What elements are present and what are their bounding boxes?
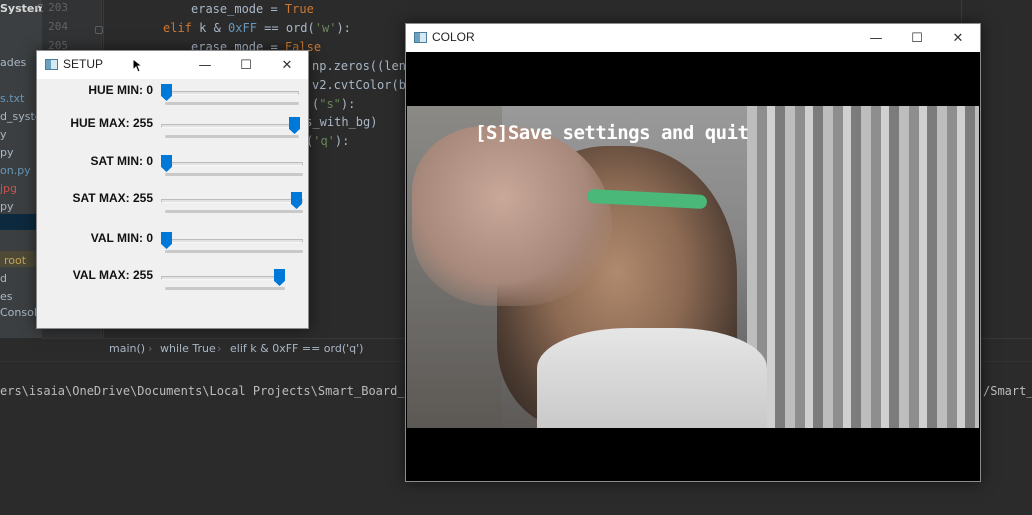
code-token: as_with_bg) bbox=[298, 115, 378, 129]
project-tree-item[interactable]: jpg bbox=[0, 182, 17, 196]
slider-track[interactable] bbox=[161, 239, 303, 243]
setup-window-title: SETUP bbox=[63, 57, 104, 71]
project-tree-item[interactable]: d bbox=[0, 272, 7, 286]
breadcrumb-item[interactable]: main() bbox=[109, 342, 145, 355]
project-tree-item[interactable]: es bbox=[0, 290, 13, 304]
slider-thumb[interactable] bbox=[289, 117, 300, 134]
code-token: elif bbox=[163, 21, 200, 35]
code-token: ): bbox=[340, 97, 356, 111]
fold-icon[interactable] bbox=[95, 26, 103, 34]
project-tree-item[interactable]: root bbox=[4, 254, 26, 268]
slider-label: VAL MAX: 255 bbox=[72, 268, 153, 282]
color-window[interactable]: COLOR — ☐ ✕ [S]Save settings and quit bbox=[405, 23, 981, 482]
code-token: == bbox=[256, 21, 286, 35]
code-token: k & bbox=[199, 21, 229, 35]
code-line[interactable]: as_with_bg) bbox=[298, 114, 377, 130]
code-token: np.zeros((len( bbox=[312, 59, 414, 73]
code-token: ord bbox=[285, 21, 308, 35]
code-token: 'w' bbox=[314, 21, 337, 35]
white-shirt bbox=[537, 328, 767, 428]
code-token: ): bbox=[334, 134, 350, 148]
mouse-cursor-icon bbox=[133, 59, 143, 73]
line-number: 203 bbox=[48, 1, 68, 14]
slider-thumb[interactable] bbox=[161, 84, 172, 101]
setup-window[interactable]: SETUP — ☐ ✕ HUE MIN: 0 HUE MAX: 255 SAT MI… bbox=[36, 50, 309, 329]
breadcrumb-separator-icon: › bbox=[148, 342, 153, 355]
project-tree-item[interactable]: ades bbox=[0, 56, 26, 70]
slider-thumb[interactable] bbox=[161, 232, 172, 249]
project-tree-item[interactable]: on.py bbox=[0, 164, 31, 178]
slider-tick-scale bbox=[165, 173, 303, 176]
console-path-text: ers\isaia\OneDrive\Documents\Local Proje… bbox=[0, 384, 412, 398]
code-token: v2.cvtColor(bl bbox=[312, 78, 414, 92]
app-window-icon bbox=[414, 32, 427, 43]
code-token: "s" bbox=[319, 97, 341, 111]
close-button[interactable]: ✕ bbox=[936, 24, 980, 52]
slider-tick-scale bbox=[165, 135, 299, 138]
curtain-background bbox=[747, 106, 979, 428]
slider-tick-scale bbox=[165, 250, 303, 253]
slider-thumb[interactable] bbox=[274, 269, 285, 286]
breadcrumb-item[interactable]: elif k & 0xFF == ord('q') bbox=[230, 342, 363, 355]
code-line[interactable]: np.zeros((len( bbox=[312, 58, 413, 74]
code-token: 'q' bbox=[313, 134, 335, 148]
breadcrumb-separator-icon: › bbox=[217, 342, 222, 355]
slider-label: VAL MIN: 0 bbox=[90, 231, 153, 245]
slider-tick-scale bbox=[165, 210, 303, 213]
save-instruction-text: [S]Save settings and quit bbox=[475, 122, 749, 144]
camera-feed: [S]Save settings and quit bbox=[407, 106, 979, 428]
breadcrumb-item[interactable]: while True bbox=[160, 342, 216, 355]
color-window-title: COLOR bbox=[432, 30, 475, 44]
slider-thumb[interactable] bbox=[161, 155, 172, 172]
slider-track[interactable] bbox=[161, 124, 299, 128]
project-tree-item[interactable]: py bbox=[0, 146, 14, 160]
project-header-suffix: C bbox=[36, 2, 44, 15]
app-window-icon bbox=[45, 59, 58, 70]
slider-label: HUE MAX: 255 bbox=[70, 116, 153, 130]
slider-label: SAT MAX: 255 bbox=[72, 191, 153, 205]
code-token: ): bbox=[336, 21, 351, 35]
close-button[interactable]: ✕ bbox=[265, 51, 309, 79]
code-token: ( bbox=[307, 21, 315, 35]
minimize-button[interactable]: — bbox=[854, 24, 898, 52]
code-token: 0xFF bbox=[228, 21, 257, 35]
project-tree-item[interactable]: y bbox=[0, 128, 7, 142]
slider-tick-scale bbox=[165, 102, 299, 105]
line-number: 204 bbox=[48, 20, 68, 33]
slider-thumb[interactable] bbox=[291, 192, 302, 209]
code-line[interactable]: v2.cvtColor(bl bbox=[312, 77, 413, 93]
slider-label: HUE MIN: 0 bbox=[88, 83, 153, 97]
minimize-button[interactable]: — bbox=[183, 51, 227, 79]
project-tree-item[interactable]: py bbox=[0, 200, 14, 214]
slider-track[interactable] bbox=[161, 162, 303, 166]
slider-track[interactable] bbox=[161, 91, 299, 95]
console-path-tail: /Smart_B bbox=[983, 384, 1032, 398]
project-tree-item[interactable]: s.txt bbox=[0, 92, 24, 106]
setup-titlebar[interactable]: SETUP — ☐ ✕ bbox=[37, 51, 308, 79]
code-token: True bbox=[284, 2, 314, 16]
slider-tick-scale bbox=[165, 287, 285, 290]
code-line[interactable]: ('q'): bbox=[306, 133, 349, 149]
maximize-button[interactable]: ☐ bbox=[224, 51, 268, 79]
code-line[interactable]: erase_mode = True bbox=[191, 1, 314, 17]
slider-label: SAT MIN: 0 bbox=[90, 154, 153, 168]
code-line[interactable]: elif k & 0xFF == ord('w'): bbox=[163, 20, 351, 36]
code-line[interactable]: ("s"): bbox=[312, 96, 355, 112]
color-titlebar[interactable]: COLOR — ☐ ✕ bbox=[406, 24, 980, 52]
code-token: erase_mode = bbox=[191, 2, 285, 16]
maximize-button[interactable]: ☐ bbox=[895, 24, 939, 52]
slider-track[interactable] bbox=[161, 199, 303, 203]
slider-track[interactable] bbox=[161, 276, 285, 280]
